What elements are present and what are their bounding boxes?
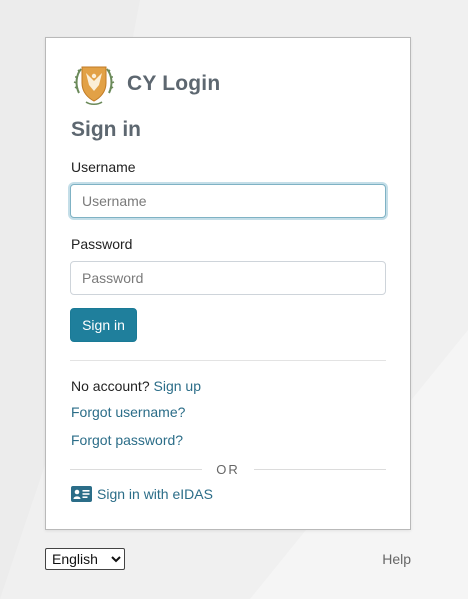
- forgot-username-link[interactable]: Forgot username?: [71, 404, 185, 420]
- no-account-line: No account? Sign up: [71, 378, 201, 394]
- eidas-sign-in-link[interactable]: Sign in with eIDAS: [71, 486, 213, 502]
- password-input[interactable]: [70, 261, 386, 295]
- page-title: Sign in: [71, 118, 141, 141]
- password-label: Password: [71, 236, 133, 252]
- eidas-label: Sign in with eIDAS: [97, 486, 213, 502]
- or-separator: OR: [70, 461, 386, 477]
- forgot-password-row: Forgot password?: [71, 432, 183, 448]
- or-line-right: [253, 468, 386, 470]
- forgot-password-link[interactable]: Forgot password?: [71, 432, 183, 448]
- divider: [70, 360, 386, 361]
- forgot-username-row: Forgot username?: [71, 404, 185, 420]
- cyprus-coat-of-arms-icon: [73, 66, 115, 106]
- or-text: OR: [216, 461, 240, 477]
- brand-name: CY Login: [127, 72, 221, 95]
- username-input[interactable]: [70, 184, 386, 218]
- help-link[interactable]: Help: [382, 551, 411, 567]
- login-card: CY Login Sign in Username Password Sign …: [45, 37, 411, 530]
- language-select[interactable]: English: [45, 548, 125, 570]
- sign-in-button[interactable]: Sign in: [70, 308, 137, 342]
- or-line-left: [70, 468, 203, 470]
- brand-header: CY Login: [71, 60, 220, 108]
- sign-up-link[interactable]: Sign up: [154, 378, 201, 394]
- username-label: Username: [71, 159, 136, 175]
- no-account-text: No account?: [71, 378, 150, 394]
- id-card-icon: [71, 486, 92, 502]
